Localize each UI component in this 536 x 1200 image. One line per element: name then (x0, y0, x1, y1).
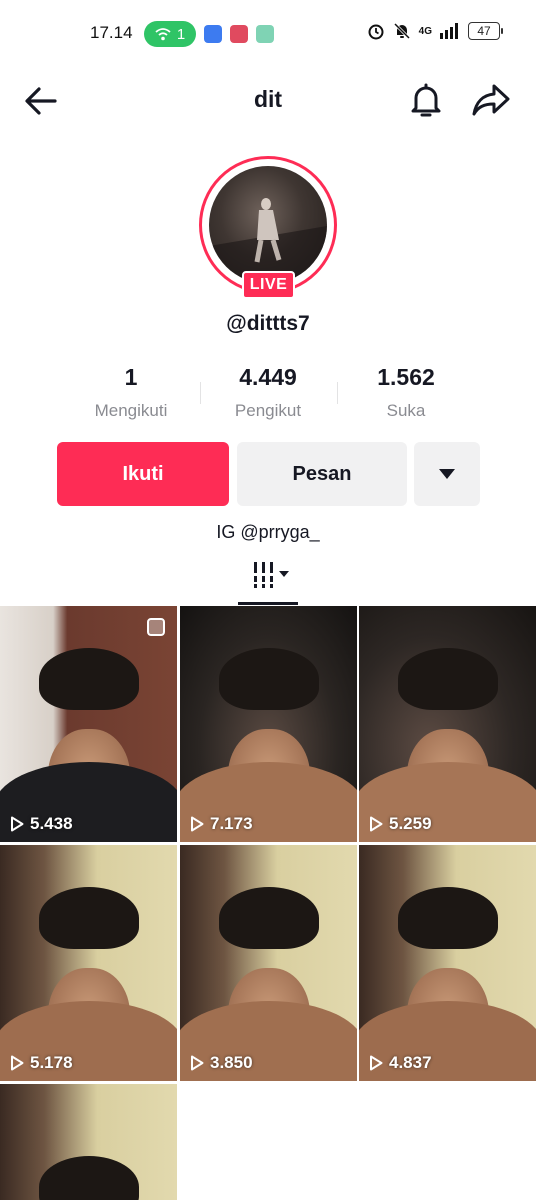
view-count: 5.438 (10, 814, 73, 834)
bell-icon (411, 83, 441, 117)
video-grid-icon (252, 562, 289, 588)
play-icon (191, 816, 204, 832)
video-tile[interactable]: 5.259 (359, 606, 536, 842)
stat-value: 4.449 (239, 364, 297, 390)
status-time: 17.14 (90, 23, 133, 42)
pinned-icon (147, 618, 165, 636)
video-tile[interactable]: 3.850 (180, 845, 357, 1081)
view-count: 5.259 (369, 814, 432, 834)
view-count: 7.173 (190, 814, 253, 834)
video-tile[interactable]: 5.178 (0, 845, 177, 1081)
video-tile[interactable] (0, 1084, 177, 1200)
video-grid: 5.438 7.173 5.259 5.178 3.850 4.837 (0, 606, 536, 1200)
avatar (209, 166, 327, 284)
view-count-value: 5.178 (30, 1053, 73, 1072)
view-count-value: 5.259 (389, 814, 432, 833)
stat-label: Mengikuti (94, 401, 168, 420)
share-arrow-icon (472, 84, 510, 116)
alarm-icon (368, 24, 384, 40)
status-bar: 17.14 1 4G 47 (0, 0, 536, 68)
message-button[interactable]: Pesan (237, 442, 407, 506)
tab-indicator (238, 602, 298, 605)
play-icon (370, 816, 383, 832)
stat-followers[interactable]: 4.449 Pengikut (193, 364, 343, 421)
share-button[interactable] (470, 80, 512, 120)
play-icon (370, 1055, 383, 1071)
play-icon (11, 1055, 24, 1071)
caret-down-icon (439, 469, 455, 479)
profile-bio: IG @prryga_ (216, 522, 320, 542)
network-type: 4G (418, 25, 432, 37)
back-button[interactable] (22, 82, 60, 120)
download-notification-icon (256, 25, 274, 43)
stat-value: 1.562 (377, 364, 435, 390)
view-count-value: 3.850 (210, 1053, 253, 1072)
hotspot-icon (155, 28, 171, 41)
hotspot-count: 1 (176, 25, 186, 43)
stat-label: Pengikut (234, 401, 302, 420)
video-tile[interactable]: 5.438 (0, 606, 177, 842)
more-options-button[interactable] (414, 442, 480, 506)
view-count-value: 4.837 (389, 1053, 432, 1072)
status-right: 4G 47 (367, 22, 503, 40)
mute-bell-icon (393, 22, 410, 40)
username: @dittts7 (226, 312, 310, 335)
view-count: 4.837 (369, 1053, 432, 1073)
signal-icon (440, 23, 458, 39)
stat-likes[interactable]: 1.562 Suka (331, 364, 481, 421)
hotspot-indicator: 1 (144, 21, 196, 47)
video-tile[interactable]: 7.173 (180, 606, 357, 842)
app-notification-icon (204, 25, 222, 43)
stat-label: Suka (386, 401, 426, 420)
view-count: 3.850 (190, 1053, 253, 1073)
battery-indicator: 47 (468, 22, 503, 40)
stat-following[interactable]: 1 Mengikuti (56, 364, 206, 421)
play-icon (11, 816, 24, 832)
play-icon (191, 1055, 204, 1071)
profile-header: dit (0, 72, 536, 128)
video-tile[interactable]: 4.837 (359, 845, 536, 1081)
app-notification-icon (230, 25, 248, 43)
notification-bell-button[interactable] (406, 80, 446, 120)
view-count: 5.178 (10, 1053, 73, 1073)
profile-stats: 1 Mengikuti 4.449 Pengikut 1.562 Suka (0, 364, 536, 426)
avatar-photo (209, 198, 327, 284)
live-badge[interactable]: LIVE (242, 271, 295, 299)
page-title: dit (253, 86, 283, 112)
stat-value: 1 (124, 364, 138, 390)
view-count-value: 5.438 (30, 814, 73, 833)
arrow-left-icon (25, 87, 57, 115)
view-count-value: 7.173 (210, 814, 253, 833)
follow-button[interactable]: Ikuti (57, 442, 229, 506)
battery-level: 47 (477, 24, 491, 38)
tab-videos[interactable] (238, 558, 298, 602)
